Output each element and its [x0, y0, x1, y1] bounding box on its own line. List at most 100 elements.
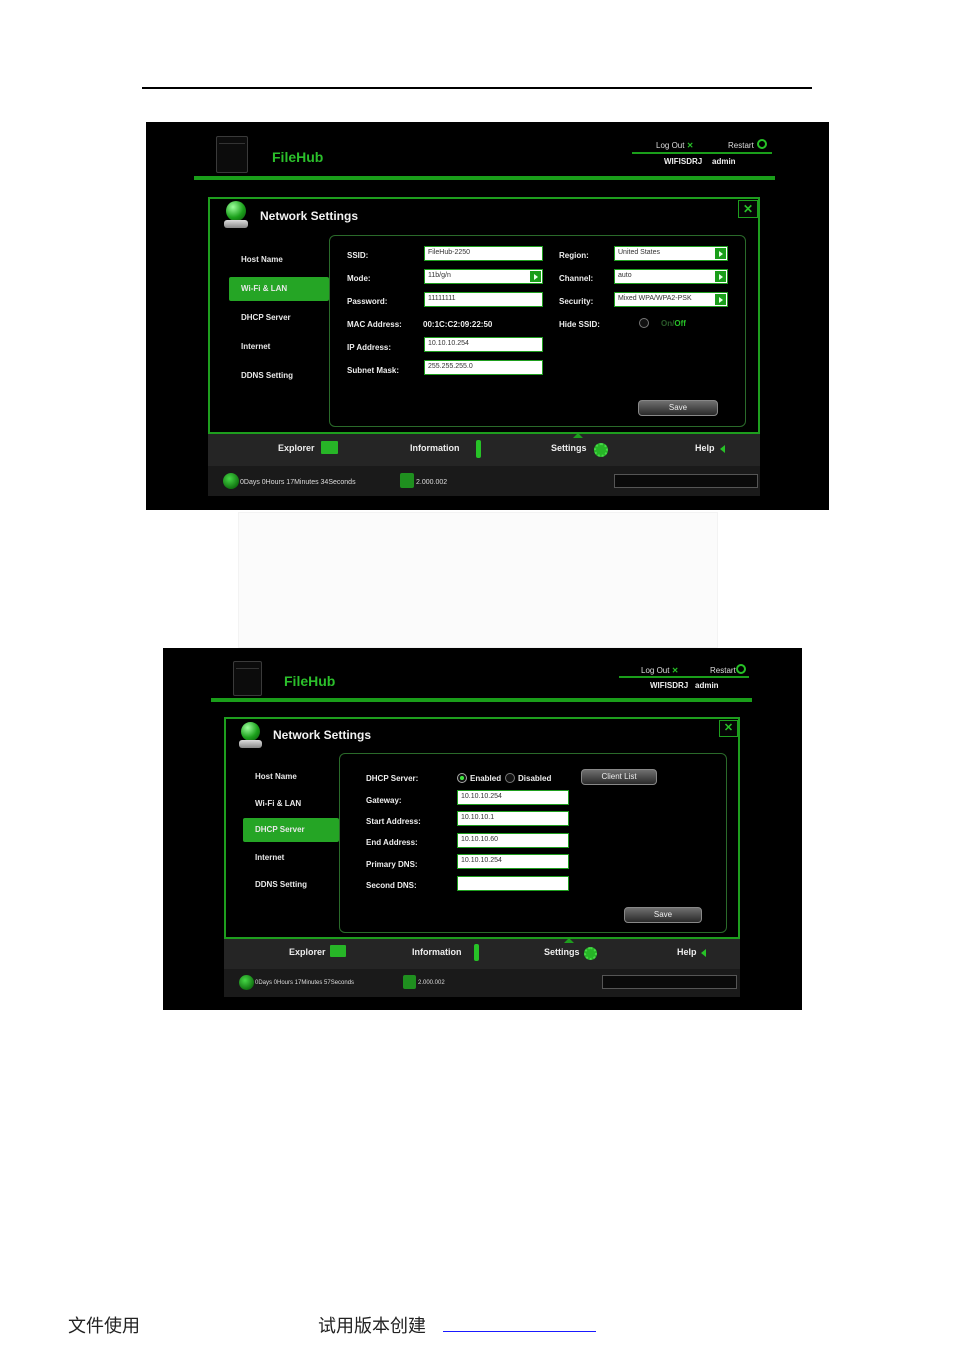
channel-select[interactable]: auto — [614, 269, 728, 284]
faded-watermark — [238, 512, 718, 648]
region-label: Region: — [559, 251, 589, 260]
footer-mid-text: 试用版本创建 — [318, 1316, 426, 1337]
nav-information[interactable]: Information — [412, 947, 462, 957]
gear-icon[interactable] — [594, 443, 608, 457]
header-underline — [619, 676, 749, 678]
save-button[interactable]: Save — [624, 907, 702, 923]
subnet-mask-label: Subnet Mask: — [347, 366, 400, 375]
restart-link[interactable]: Restart — [728, 141, 754, 150]
ip-address-label: IP Address: — [347, 343, 392, 352]
sidebar-item-ddns-setting[interactable]: DDNS Setting — [255, 880, 307, 889]
start-address-input[interactable]: 10.10.10.1 — [457, 811, 569, 826]
page-top-rule — [142, 87, 812, 89]
nav-settings[interactable]: Settings — [551, 443, 587, 453]
nav-help[interactable]: Help — [695, 443, 715, 453]
sidebar-item-wifi-lan[interactable]: Wi-Fi & LAN — [229, 277, 329, 301]
mode-select[interactable]: 11b/g/n — [424, 269, 543, 284]
sidebar-item-ddns-setting[interactable]: DDNS Setting — [241, 371, 293, 380]
sidebar-item-wifi-lan[interactable]: Wi-Fi & LAN — [255, 799, 301, 808]
password-label: Password: — [347, 297, 388, 306]
dropdown-arrow-icon[interactable] — [715, 248, 726, 259]
security-label: Security: — [559, 297, 594, 306]
close-x-icon: ✕ — [684, 141, 694, 150]
active-tab-indicator — [573, 433, 583, 438]
device-icon — [216, 136, 248, 173]
second-dns-label: Second DNS: — [366, 881, 417, 890]
exclamation-icon[interactable] — [474, 944, 479, 961]
second-dns-input[interactable] — [457, 876, 569, 891]
ssid-label: SSID: — [347, 251, 369, 260]
end-address-input[interactable]: 10.10.10.60 — [457, 833, 569, 848]
power-icon[interactable] — [757, 139, 767, 149]
subnet-mask-input[interactable]: 255.255.255.0 — [424, 360, 543, 375]
close-x-icon: ✕ — [669, 666, 679, 675]
power-icon[interactable] — [736, 664, 746, 674]
hide-ssid-state: On/Off — [661, 319, 686, 328]
globe-base-icon — [224, 220, 248, 228]
gateway-input[interactable]: 10.10.10.254 — [457, 790, 569, 805]
client-list-button[interactable]: Client List — [581, 769, 657, 785]
primary-dns-label: Primary DNS: — [366, 860, 418, 869]
timer-icon — [223, 473, 239, 489]
footer-left-text: 文件使用 — [68, 1316, 140, 1337]
password-input[interactable]: 11111111 — [424, 292, 543, 307]
sidebar-item-host-name[interactable]: Host Name — [255, 772, 297, 781]
sidebar-item-dhcp-server[interactable]: DHCP Server — [241, 313, 291, 322]
device-name: WIFISDRJ — [664, 157, 703, 166]
app-title: FileHub — [284, 673, 336, 689]
ip-address-input[interactable]: 10.10.10.254 — [424, 337, 543, 352]
security-select[interactable]: Mixed WPA/WPA2-PSK — [614, 292, 728, 307]
header-bar — [194, 176, 775, 180]
mode-label: Mode: — [347, 274, 371, 283]
sidebar-item-internet[interactable]: Internet — [255, 853, 284, 862]
network-globe-icon — [241, 722, 260, 741]
hide-ssid-toggle[interactable] — [639, 318, 649, 328]
device-name: WIFISDRJ — [650, 681, 689, 690]
region-select[interactable]: United States — [614, 246, 728, 261]
dropdown-arrow-icon[interactable] — [715, 271, 726, 282]
sidebar-item-dhcp-server[interactable]: DHCP Server — [243, 818, 339, 842]
logout-link[interactable]: Log Out ✕ — [656, 141, 693, 150]
uptime-text: 0Days 0Hours 17Minutes 34Seconds — [240, 479, 356, 486]
active-tab-indicator — [564, 938, 574, 943]
close-icon[interactable]: ✕ — [719, 720, 738, 737]
dropdown-arrow-icon[interactable] — [715, 294, 726, 305]
channel-label: Channel: — [559, 274, 594, 283]
panel-title: Network Settings — [260, 209, 359, 223]
user-name: admin — [712, 157, 736, 166]
screenshot-wifi-lan: FileHub Log Out ✕ Restart WIFISDRJ admin… — [146, 122, 829, 510]
sidebar-item-host-name[interactable]: Host Name — [241, 255, 283, 264]
nav-help[interactable]: Help — [677, 947, 697, 957]
restart-link[interactable]: Restart — [710, 666, 736, 675]
nav-explorer[interactable]: Explorer — [289, 947, 326, 957]
dropdown-arrow-icon[interactable] — [530, 271, 541, 282]
help-arrow-icon[interactable] — [720, 445, 725, 453]
dhcp-enabled-radio[interactable] — [457, 773, 467, 783]
logout-link[interactable]: Log Out ✕ — [641, 666, 678, 675]
firmware-icon — [400, 473, 414, 488]
uptime-text: 0Days 0Hours 17Minutes 57Seconds — [255, 980, 355, 986]
dhcp-server-label: DHCP Server: — [366, 774, 419, 783]
timer-icon — [239, 975, 254, 990]
folder-icon[interactable] — [321, 441, 338, 454]
help-arrow-icon[interactable] — [701, 949, 706, 957]
exclamation-icon[interactable] — [476, 440, 481, 458]
footer-link-underline[interactable] — [443, 1331, 596, 1332]
close-icon[interactable]: ✕ — [738, 200, 758, 218]
primary-dns-input[interactable]: 10.10.10.254 — [457, 854, 569, 869]
gateway-label: Gateway: — [366, 796, 402, 805]
user-name: admin — [695, 681, 719, 690]
nav-settings[interactable]: Settings — [544, 947, 580, 957]
mac-address-label: MAC Address: — [347, 320, 402, 329]
hide-ssid-label: Hide SSID: — [559, 320, 600, 329]
dhcp-disabled-radio[interactable] — [505, 773, 515, 783]
folder-icon[interactable] — [330, 945, 346, 957]
header-underline — [632, 152, 772, 154]
ssid-input[interactable]: FileHub-2250 — [424, 246, 543, 261]
nav-explorer[interactable]: Explorer — [278, 443, 315, 453]
content-area — [329, 235, 746, 427]
sidebar-item-internet[interactable]: Internet — [241, 342, 270, 351]
nav-information[interactable]: Information — [410, 443, 460, 453]
save-button[interactable]: Save — [638, 400, 718, 416]
gear-icon[interactable] — [584, 947, 597, 960]
